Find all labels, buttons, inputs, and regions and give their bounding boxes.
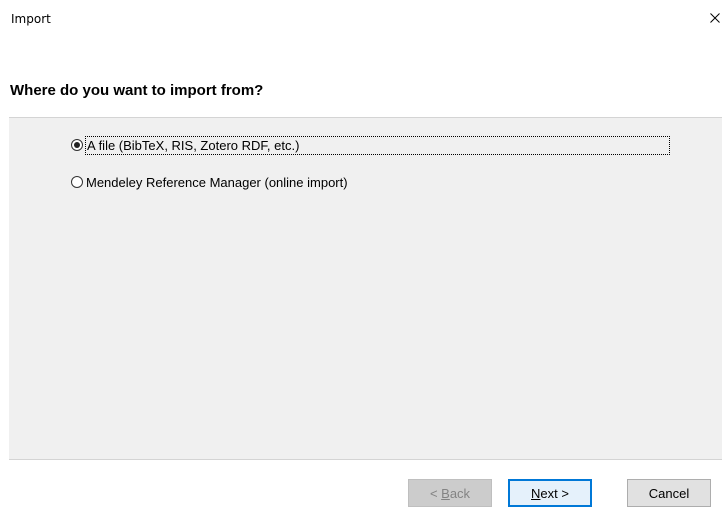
option-mendeley-import[interactable]: Mendeley Reference Manager (online impor… xyxy=(71,172,348,192)
option-mendeley-label: Mendeley Reference Manager (online impor… xyxy=(86,174,348,190)
next-button[interactable]: Next > xyxy=(508,479,592,507)
back-prefix: < xyxy=(429,485,442,501)
title-bar: Import xyxy=(0,0,722,40)
import-dialog: Import Where do you want to import from?… xyxy=(0,0,722,515)
cancel-button[interactable]: Cancel xyxy=(627,479,711,507)
button-bar: < Back Next > Cancel xyxy=(9,460,722,515)
window-title: Import xyxy=(11,12,51,26)
option-file-label: A file (BibTeX, RIS, Zotero RDF, etc.) xyxy=(85,135,670,155)
cancel-label: Cancel xyxy=(648,485,690,501)
back-rest: ack xyxy=(449,485,471,501)
close-button[interactable] xyxy=(708,6,722,30)
page-heading: Where do you want to import from? xyxy=(10,82,264,99)
radio-button-checked[interactable] xyxy=(71,139,83,151)
back-button[interactable]: < Back xyxy=(408,479,492,507)
next-rest: ext > xyxy=(540,485,569,501)
option-file-import[interactable]: A file (BibTeX, RIS, Zotero RDF, etc.) xyxy=(71,135,670,155)
close-icon xyxy=(710,13,720,23)
options-panel: A file (BibTeX, RIS, Zotero RDF, etc.) M… xyxy=(9,117,722,460)
back-accelerator: B xyxy=(441,485,450,501)
next-accelerator: N xyxy=(531,485,541,501)
radio-button-unchecked[interactable] xyxy=(71,176,83,188)
